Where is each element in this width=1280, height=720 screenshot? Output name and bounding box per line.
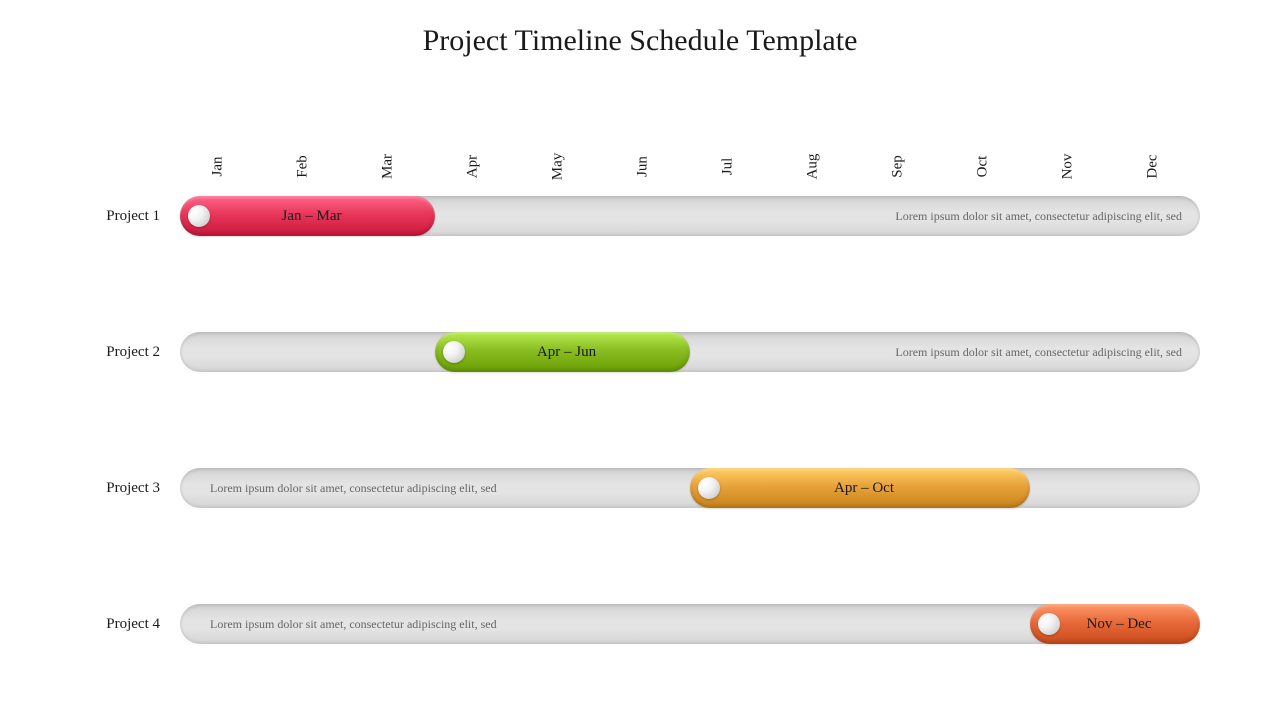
timeline-pill: Apr – Jun	[435, 332, 690, 372]
project-label: Project 4	[70, 604, 160, 644]
timeline-row: Project 4Nov – DecLorem ipsum dolor sit …	[180, 604, 1200, 644]
month-label: Sep	[890, 155, 907, 178]
project-label: Project 3	[70, 468, 160, 508]
month-label: Dec	[1145, 154, 1162, 178]
pill-range-label: Apr – Jun	[465, 344, 690, 361]
month-label: Nov	[1060, 154, 1077, 180]
handle-icon	[1038, 613, 1060, 635]
pill-range-label: Nov – Dec	[1060, 616, 1200, 633]
project-label: Project 2	[70, 332, 160, 372]
month-label: Feb	[295, 155, 312, 178]
month-label: Apr	[465, 155, 482, 178]
month-label: Aug	[805, 154, 822, 180]
handle-icon	[188, 205, 210, 227]
month-axis: Jan Feb Mar Apr May Jun Jul Aug Sep Oct Nov Dec	[180, 108, 1200, 186]
project-description: Lorem ipsum dolor sit amet, consectetur …	[210, 468, 670, 508]
month-label: Jan	[210, 157, 227, 177]
pill-range-label: Jan – Mar	[210, 208, 435, 225]
project-description: Lorem ipsum dolor sit amet, consectetur …	[455, 196, 1182, 236]
month-label: Mar	[380, 154, 397, 179]
timeline-row: Project 1Jan – MarLorem ipsum dolor sit …	[180, 196, 1200, 236]
timeline-row: Project 3Apr – OctLorem ipsum dolor sit …	[180, 468, 1200, 508]
month-label: Jun	[635, 156, 652, 177]
month-label: May	[550, 153, 567, 181]
timeline-rows: Project 1Jan – MarLorem ipsum dolor sit …	[180, 196, 1200, 644]
handle-icon	[443, 341, 465, 363]
handle-icon	[698, 477, 720, 499]
project-description: Lorem ipsum dolor sit amet, consectetur …	[710, 332, 1182, 372]
project-description: Lorem ipsum dolor sit amet, consectetur …	[210, 604, 1010, 644]
timeline-pill: Nov – Dec	[1030, 604, 1200, 644]
pill-range-label: Apr – Oct	[720, 480, 1030, 497]
timeline-row: Project 2Apr – JunLorem ipsum dolor sit …	[180, 332, 1200, 372]
month-label: Jul	[720, 158, 737, 176]
timeline-pill: Apr – Oct	[690, 468, 1030, 508]
page-title: Project Timeline Schedule Template	[0, 0, 1280, 78]
month-label: Oct	[975, 156, 992, 178]
project-label: Project 1	[70, 196, 160, 236]
timeline-pill: Jan – Mar	[180, 196, 435, 236]
timeline-stage: Jan Feb Mar Apr May Jun Jul Aug Sep Oct Nov Dec Pro…	[180, 108, 1200, 688]
